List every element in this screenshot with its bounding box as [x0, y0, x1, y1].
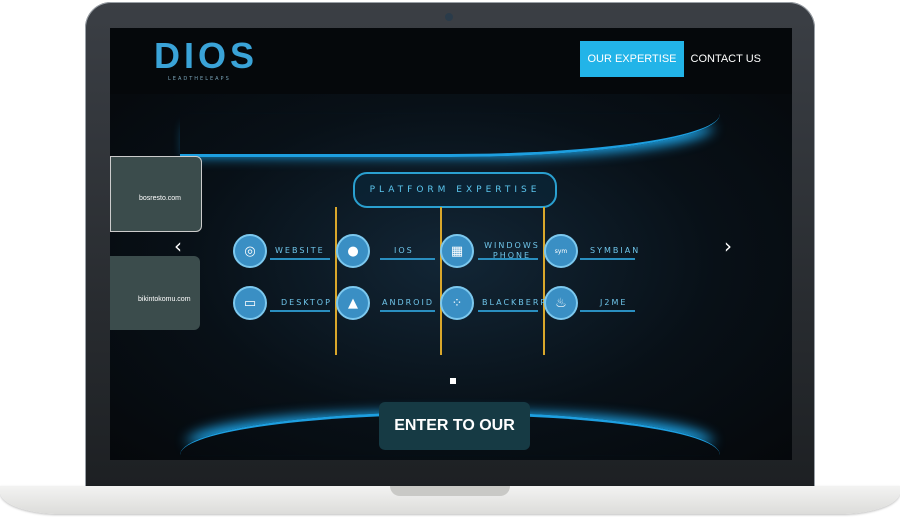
- monitor-icon: ▭: [233, 286, 267, 320]
- thumb-bikintokomu[interactable]: bikintokomu.com: [110, 256, 200, 330]
- java-icon: ♨: [544, 286, 578, 320]
- platform-label: WEBSITE: [275, 246, 325, 255]
- globe-icon: ◎: [233, 234, 267, 268]
- platform-expertise-title: PLATFORM EXPERTISE: [353, 172, 557, 208]
- camera-icon: [445, 13, 453, 21]
- platform-label: J2ME: [600, 298, 628, 307]
- thumb-bosresto[interactable]: bosresto.com: [110, 156, 202, 232]
- brand-name: DIOS: [154, 35, 259, 76]
- apple-icon: ●: [336, 234, 370, 268]
- platform-j2me: ♨ J2ME: [544, 286, 627, 320]
- thumb-label: bikintokomu.com: [138, 296, 191, 303]
- top-arc: [180, 114, 720, 157]
- brand-tagline: LEADTHELEAPS: [168, 76, 231, 82]
- hero-slider: PLATFORM EXPERTISE ◎ WEBSITE ● IOS ▦ WIN…: [110, 94, 792, 460]
- platform-label: SYMBIAN: [590, 246, 641, 255]
- nav-our-expertise[interactable]: OUR EXPERTISE: [580, 41, 684, 77]
- platform-ios: ● IOS: [336, 234, 414, 268]
- screen: DIOS LEADTHELEAPS OUR EXPERTISE CONTACT …: [110, 28, 792, 460]
- symbian-icon: sym: [544, 234, 578, 268]
- chevron-left-icon[interactable]: ‹: [174, 234, 182, 258]
- brand-logo[interactable]: DIOS LEADTHELEAPS: [154, 35, 259, 83]
- slider-dot[interactable]: [450, 378, 456, 384]
- divider-line: [543, 207, 545, 355]
- divider-line: [335, 207, 337, 355]
- platform-label: DESKTOP: [281, 298, 332, 307]
- platform-label: IOS: [394, 246, 414, 255]
- divider-line: [440, 207, 442, 355]
- laptop-notch: [390, 486, 510, 496]
- platform-label: ANDROID: [382, 298, 434, 307]
- platform-android: ▲ ANDROID: [336, 286, 434, 320]
- platform-windows-phone: ▦ WINDOWS PHONE: [440, 234, 542, 268]
- platform-label: WINDOWS PHONE: [484, 241, 540, 260]
- platform-desktop: ▭ DESKTOP: [233, 286, 332, 320]
- platform-website: ◎ WEBSITE: [233, 234, 325, 268]
- thumb-label: bosresto.com: [139, 195, 182, 202]
- windows-icon: ▦: [440, 234, 474, 268]
- platform-blackberry: ⁘ BLACKBERRY: [440, 286, 554, 320]
- platform-symbian: sym SYMBIAN: [544, 234, 640, 268]
- android-icon: ▲: [336, 286, 370, 320]
- top-nav: OUR EXPERTISE CONTACT US: [580, 41, 768, 77]
- blackberry-icon: ⁘: [440, 286, 474, 320]
- chevron-right-icon[interactable]: ›: [724, 234, 732, 258]
- enter-world-button[interactable]: ENTER TO OUR WORLD: [379, 402, 530, 450]
- nav-contact-us[interactable]: CONTACT US: [684, 41, 769, 77]
